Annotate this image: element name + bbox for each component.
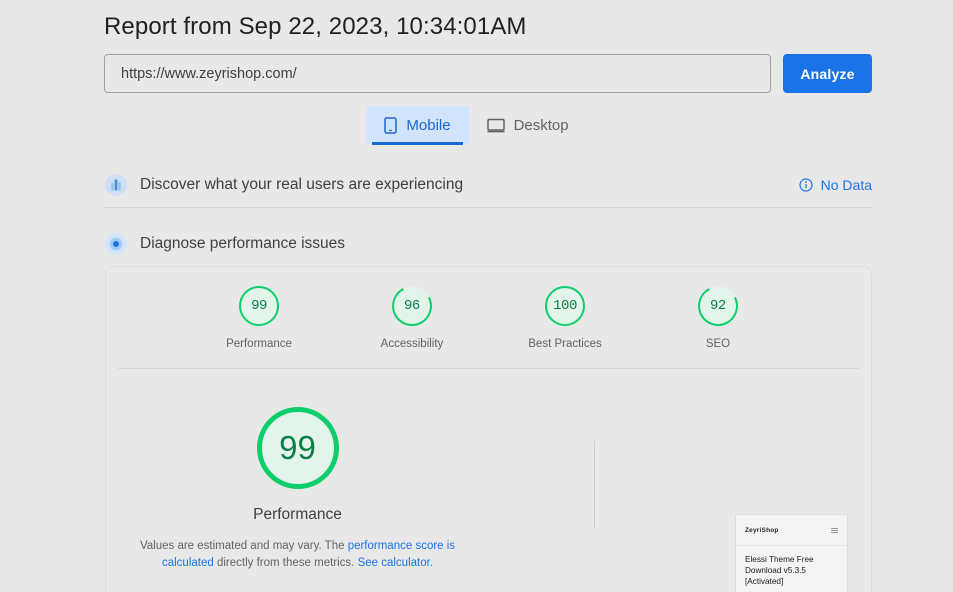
thumbnail-brand-name: ZeyriShop [745, 526, 779, 534]
section-discover-field-data: Discover what your real users are experi… [104, 162, 872, 208]
gauge-accessibility-ring: 96 [386, 280, 438, 332]
field-data-person-icon [104, 173, 128, 197]
url-input[interactable] [104, 54, 771, 93]
performance-disclaimer: Values are estimated and may vary. The p… [133, 538, 463, 571]
section-diagnose-label: Diagnose performance issues [140, 235, 346, 252]
category-score-gauges: 99 Performance 96 Accessibility 100 Best… [106, 267, 871, 350]
mobile-phone-icon [384, 117, 398, 134]
gauge-accessibility-label: Accessibility [380, 338, 444, 350]
lab-data-dot-icon [104, 232, 128, 256]
disclaimer-text-mid: directly from these metrics. [213, 556, 358, 569]
gauge-accessibility-value: 96 [404, 298, 420, 314]
see-calculator-link[interactable]: See calculator. [358, 557, 433, 569]
thumbnail-site-body: Elessi Theme Free Download v5.3.5 [Activ… [736, 546, 847, 592]
section-diagnose-lab-data: Diagnose performance issues [104, 228, 872, 260]
lighthouse-results-card: 99 Performance 96 Accessibility 100 Best… [105, 266, 872, 592]
performance-big-value: 99 [279, 429, 316, 466]
no-data-status[interactable]: No Data [799, 177, 872, 193]
thumbnail-post-title: Elessi Theme Free Download v5.3.5 [Activ… [745, 555, 814, 586]
status-badge: No Data [820, 176, 872, 193]
thumbnail-site-header: ZeyriShop [736, 515, 847, 546]
page-title: Report from Sep 22, 2023, 10:34:01AM [104, 13, 527, 40]
performance-big-label: Performance [253, 506, 342, 523]
gauge-best-practices-label: Best Practices [528, 338, 602, 350]
performance-big-gauge[interactable]: 99 [256, 407, 339, 489]
vertical-divider [594, 441, 595, 529]
performance-summary-section: 99 Performance Values are estimated and … [106, 369, 871, 592]
info-circle-icon [799, 177, 813, 192]
desktop-monitor-icon [486, 118, 505, 133]
hamburger-menu-icon [831, 527, 838, 533]
gauge-performance-value: 99 [251, 298, 267, 314]
gauge-best-practices-value: 100 [553, 298, 577, 314]
gauge-seo-value: 92 [710, 298, 726, 314]
gauge-performance-label: Performance [226, 338, 292, 350]
url-analyze-row: Analyze [104, 54, 872, 93]
gauge-seo-ring: 92 [692, 280, 744, 332]
section-discover-label: Discover what your real users are experi… [140, 175, 464, 193]
performance-score-block: 99 Performance Values are estimated and … [106, 407, 489, 571]
disclaimer-text-pre: Values are estimated and may vary. The [139, 540, 348, 552]
tab-desktop-label: Desktop [513, 117, 569, 134]
analyze-button[interactable]: Analyze [783, 54, 872, 93]
device-tab-bar: Mobile Desktop [0, 106, 953, 145]
tab-desktop[interactable]: Desktop [469, 106, 587, 144]
gauge-accessibility[interactable]: 96 Accessibility [364, 280, 460, 350]
pagespeed-report-page: Report from Sep 22, 2023, 10:34:01AM Ana… [0, 0, 953, 592]
gauge-seo-label: SEO [705, 338, 731, 350]
tab-mobile[interactable]: Mobile [366, 106, 469, 145]
gauge-best-practices[interactable]: 100 Best Practices [517, 286, 613, 350]
gauge-best-practices-ring: 100 [545, 286, 585, 326]
page-screenshot-thumbnail[interactable]: ZeyriShop Elessi Theme Free Download v5.… [735, 514, 848, 592]
tab-mobile-label: Mobile [406, 117, 451, 134]
gauge-performance[interactable]: 99 Performance [211, 286, 307, 350]
gauge-performance-ring: 99 [239, 286, 279, 326]
gauge-seo[interactable]: 92 SEO [670, 280, 766, 350]
